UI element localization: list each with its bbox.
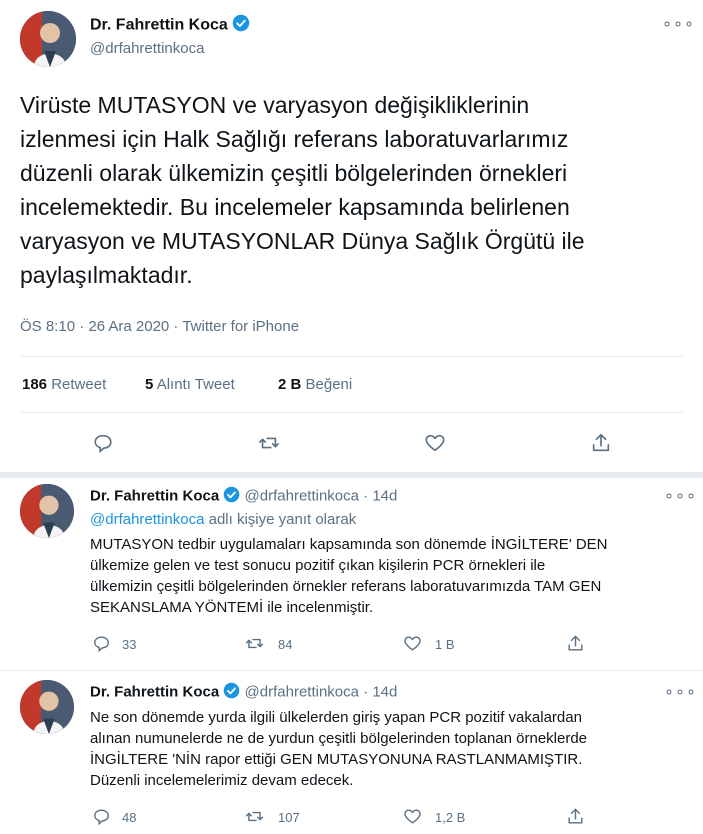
divider <box>0 670 703 671</box>
share-icon[interactable] <box>590 432 612 454</box>
retweet-count: 84 <box>278 637 293 652</box>
author-name[interactable]: Dr. Fahrettin Koca <box>90 487 219 504</box>
author-handle[interactable]: @drfahrettinkoca <box>245 683 359 700</box>
reply-icon[interactable] <box>92 634 111 653</box>
reply-text-line: Düzenli incelemelerimiz devam edecek. <box>90 772 354 789</box>
reply-text-line: Ne son dönemde yurda ilgili ülkelerden g… <box>90 709 582 726</box>
author-name[interactable]: Dr. Fahrettin Koca <box>90 683 219 700</box>
reply-context: @drfahrettinkoca adlı kişiye yanıt olara… <box>90 511 356 528</box>
tweet-text-line: varyasyon ve MUTASYONLAR Dünya Sağlık Ör… <box>20 228 585 254</box>
likes-stat[interactable]: 2 B Beğeni <box>278 376 352 393</box>
reply-text-line: İNGİLTERE 'NİN rapor ettiği GEN MUTASYON… <box>90 751 583 768</box>
reply-to-link[interactable]: @drfahrettinkoca <box>90 511 204 528</box>
reply-header: Dr. Fahrettin Koca @drfahrettinkoca · 14… <box>90 682 397 703</box>
like-icon[interactable] <box>424 432 446 454</box>
reply-time[interactable]: · 14d <box>363 487 397 504</box>
verified-icon <box>223 486 240 507</box>
verified-icon <box>223 682 240 703</box>
retweet-icon[interactable] <box>245 807 264 826</box>
section-divider <box>0 472 703 478</box>
verified-icon <box>232 14 250 37</box>
share-icon[interactable] <box>566 807 585 826</box>
reply-to-label: adlı kişiye yanıt olarak <box>208 511 357 528</box>
reply-count: 33 <box>122 637 137 652</box>
tweet-timestamp[interactable]: ÖS 8:10 · 26 Ara 2020 · Twitter for iPho… <box>20 318 299 335</box>
reply-icon[interactable] <box>92 807 111 826</box>
reply-text-line: ülkemize gelen ve test sonucu pozitif çı… <box>90 557 546 574</box>
reply-text: Ne son dönemde yurda ilgili ülkelerden g… <box>90 707 690 791</box>
reply-text-line: SEKANSLAMA YÖNTEMİ ile incelenmiştir. <box>90 599 374 616</box>
more-options-icon[interactable]: ∘∘∘ <box>664 682 697 702</box>
reply-text-line: alınan numunelerde ne de yurdun çeşitli … <box>90 730 588 747</box>
share-icon[interactable] <box>566 634 585 653</box>
tweet-text-line: paylaşılmaktadır. <box>20 262 193 288</box>
retweets-stat[interactable]: 186 Retweet <box>22 376 106 393</box>
tweet-text-line: düzenli olarak ülkemizin çeşitli bölgele… <box>20 160 568 186</box>
retweet-icon[interactable] <box>245 634 264 653</box>
reply-text: MUTASYON tedbir uygulamaları kapsamında … <box>90 534 690 618</box>
reply-header: Dr. Fahrettin Koca @drfahrettinkoca · 14… <box>90 486 397 507</box>
reply-count: 48 <box>122 810 137 825</box>
avatar[interactable] <box>20 11 76 67</box>
tweet-text-line: incelemektedir. Bu incelemeler kapsamınd… <box>20 194 570 220</box>
like-count: 1,2 B <box>435 810 466 825</box>
reply-text-line: MUTASYON tedbir uygulamaları kapsamında … <box>90 536 608 553</box>
retweet-count: 107 <box>278 810 300 825</box>
divider <box>20 412 683 413</box>
author-name[interactable]: Dr. Fahrettin Koca <box>90 17 228 34</box>
author-handle[interactable]: @drfahrettinkoca <box>245 487 359 504</box>
more-options-icon[interactable]: ∘∘∘ <box>662 14 695 34</box>
reply-time[interactable]: · 14d <box>363 683 397 700</box>
tweet-text-line: izlenmesi için Halk Sağlığı referans lab… <box>20 126 569 152</box>
more-options-icon[interactable]: ∘∘∘ <box>664 486 697 506</box>
reply-text-line: ülkemizin çeşitli bölgelerinden örnekler… <box>90 578 602 595</box>
avatar[interactable] <box>20 680 74 734</box>
quotes-stat[interactable]: 5 Alıntı Tweet <box>145 376 235 393</box>
like-icon[interactable] <box>403 807 422 826</box>
reply-icon[interactable] <box>92 432 114 454</box>
author-handle[interactable]: @drfahrettinkoca <box>90 40 204 57</box>
like-count: 1 B <box>435 637 455 652</box>
divider <box>20 356 683 357</box>
tweet-text: Virüste MUTASYON ve varyasyon değişiklik… <box>20 88 690 292</box>
avatar[interactable] <box>20 484 74 538</box>
tweet-text-line: Virüste MUTASYON ve varyasyon değişiklik… <box>20 92 530 118</box>
like-icon[interactable] <box>403 634 422 653</box>
retweet-icon[interactable] <box>258 432 280 454</box>
